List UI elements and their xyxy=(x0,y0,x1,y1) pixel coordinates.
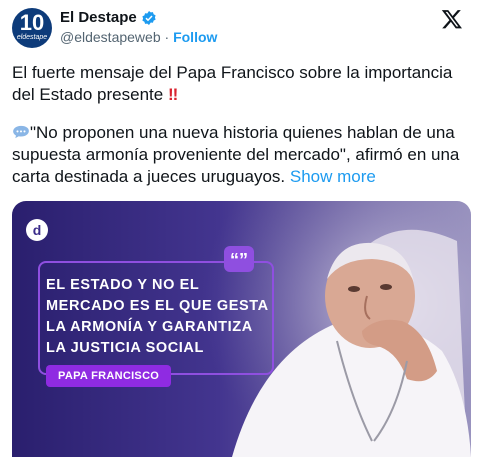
tweet-headline: El fuerte mensaje del Papa Francisco sob… xyxy=(12,62,467,106)
speech-bubble-icon xyxy=(13,125,29,139)
show-more-link[interactable]: Show more xyxy=(290,167,376,186)
avatar-number: 10 xyxy=(19,10,45,35)
account-handle[interactable]: @eldestapeweb xyxy=(60,29,161,45)
eldestape-logo-mark: d xyxy=(26,219,48,241)
avatar-caption: eldestape xyxy=(16,34,48,41)
quote-text: EL ESTADO Y NO EL MERCADO ES EL QUE GEST… xyxy=(46,277,269,356)
account-names: El Destape @eldestapeweb · Follow xyxy=(60,9,217,45)
quote-author-tag: PAPA FRANCISCO xyxy=(46,365,172,387)
follow-button[interactable]: Follow xyxy=(173,29,217,45)
tweet-body-paragraph: "No proponen una nueva historia quienes … xyxy=(12,122,467,188)
handle-row: @eldestapeweb · Follow xyxy=(60,29,217,45)
tweet-text: El fuerte mensaje del Papa Francisco sob… xyxy=(12,62,467,204)
verified-badge-icon xyxy=(142,10,156,25)
tweet-line-1: El fuerte mensaje del Papa Francisco sob… xyxy=(12,63,453,104)
separator-dot: · xyxy=(164,29,170,45)
account-avatar[interactable]: 10 eldestape xyxy=(12,8,52,48)
quote-icon: “” xyxy=(224,246,254,272)
tweet-media-image[interactable]: d “” EL ESTADO Y NO EL MERCADO ES EL QUE… xyxy=(12,201,471,457)
double-exclamation-emoji: !! xyxy=(167,85,178,104)
x-logo-icon[interactable] xyxy=(441,8,463,30)
tweet-header: 10 eldestape El Destape @eldestapeweb · … xyxy=(12,8,467,48)
tweet-body: "No proponen una nueva historia quienes … xyxy=(12,123,460,186)
account-name[interactable]: El Destape xyxy=(60,9,137,26)
